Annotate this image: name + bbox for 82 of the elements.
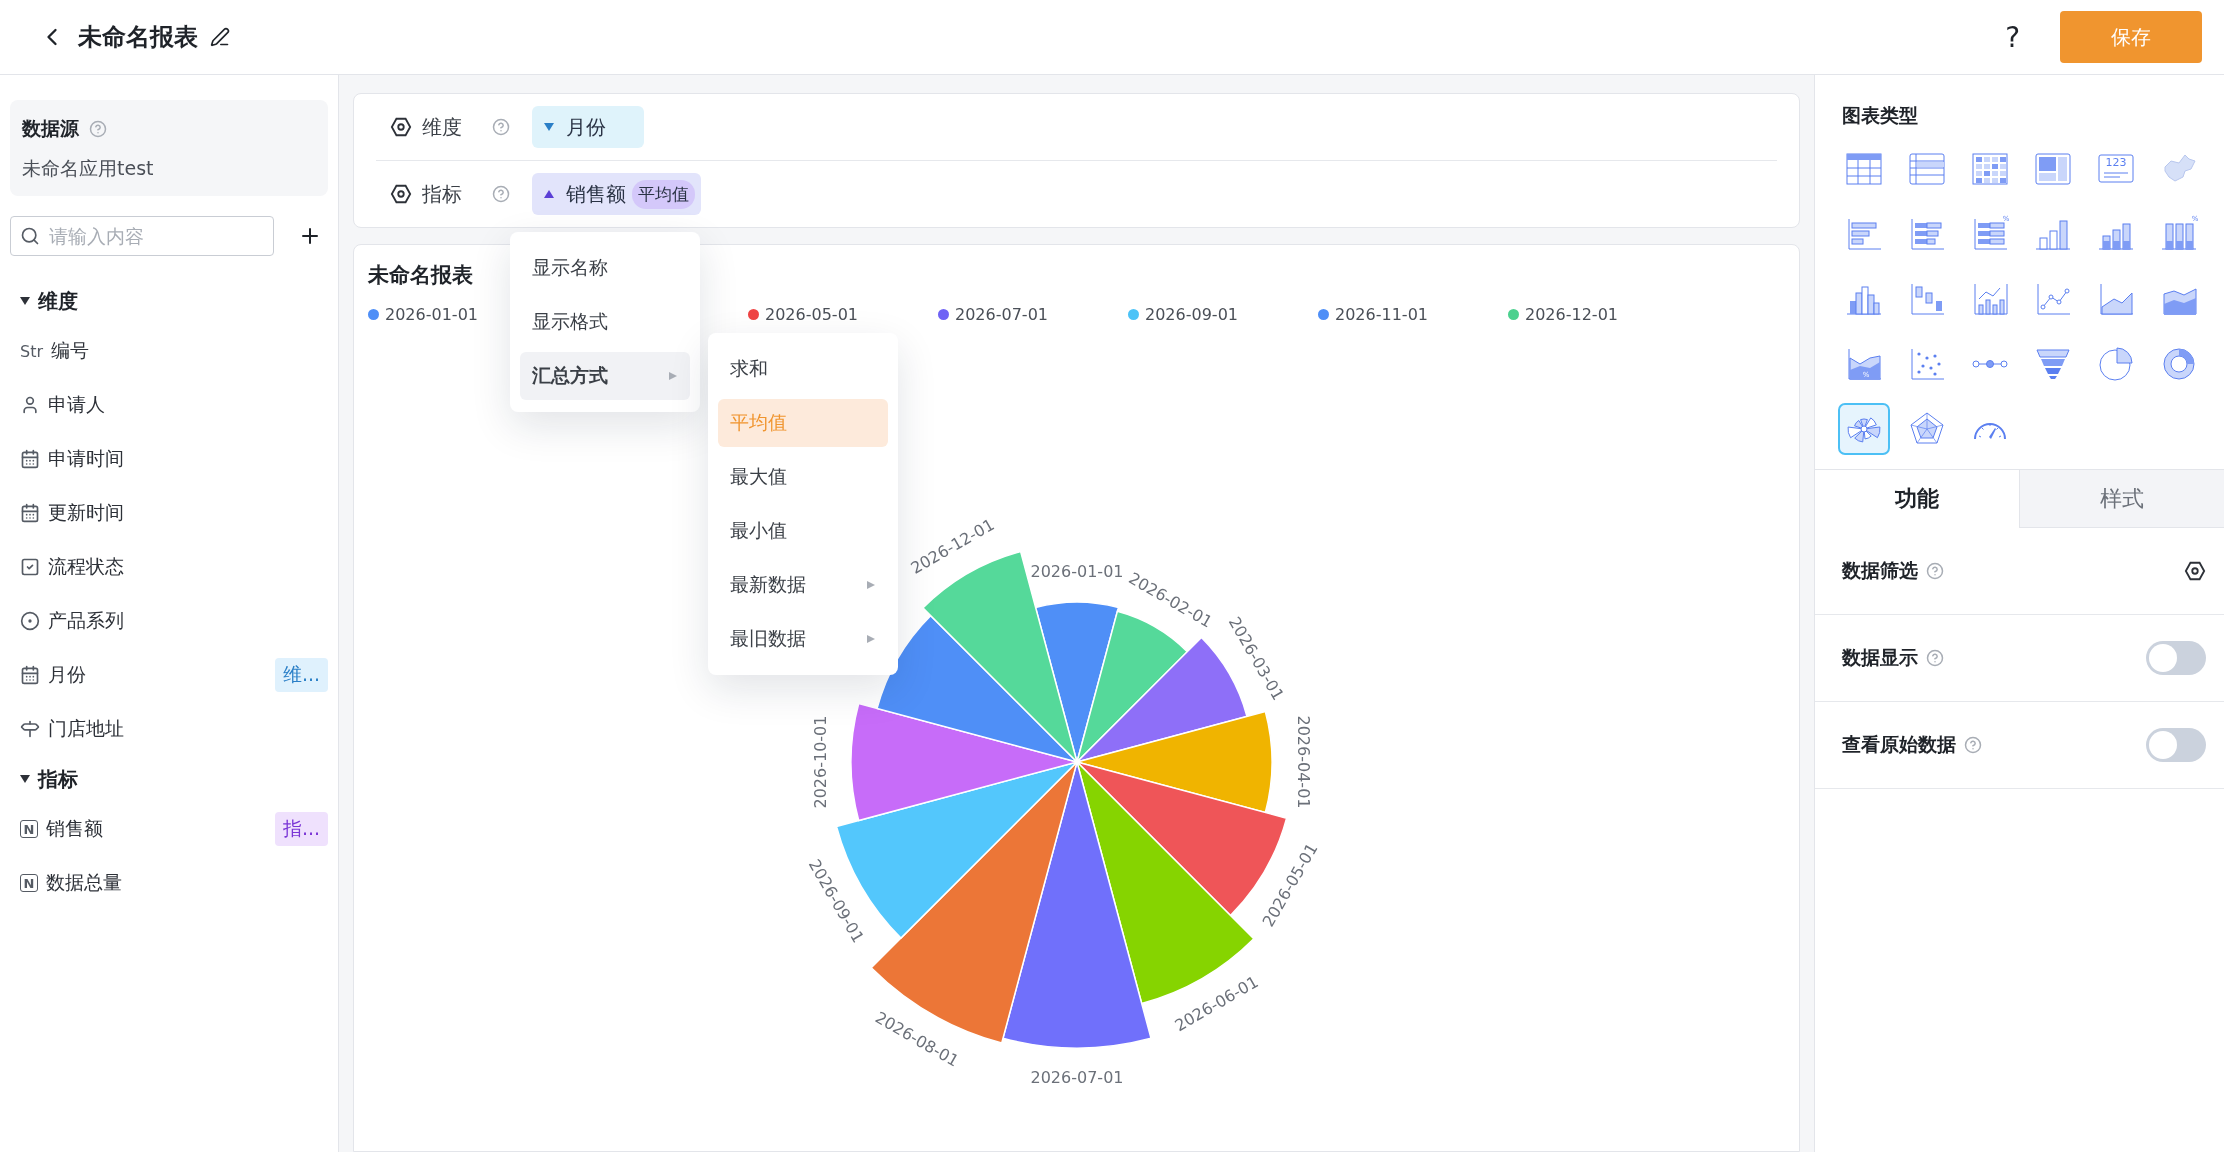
- setting-label: 数据显示: [1842, 645, 1918, 670]
- datasource-label: 数据源: [22, 116, 79, 141]
- help-icon: [492, 118, 510, 136]
- setting-label: 查看原始数据: [1842, 732, 1956, 757]
- number-type-icon: N: [20, 820, 38, 838]
- caret-right-icon: [866, 635, 876, 643]
- legend-item[interactable]: 2026-05-01: [748, 305, 938, 324]
- caret-down-icon: [20, 775, 30, 783]
- axis-label: 2026-01-01: [1030, 561, 1123, 581]
- field-name[interactable]: 产品系列: [48, 608, 328, 634]
- menu-item[interactable]: 显示名称: [520, 244, 690, 292]
- menu-item[interactable]: 最新数据: [718, 561, 888, 609]
- pencil-icon: [210, 27, 230, 47]
- chart-type-button[interactable]: [1838, 403, 1890, 455]
- panel-tab[interactable]: 样式: [2019, 470, 2224, 528]
- menu-item[interactable]: 最大值: [718, 453, 888, 501]
- field-name[interactable]: 流程状态: [48, 554, 328, 580]
- help-icon: [1926, 562, 1944, 580]
- report-title: 未命名报表: [78, 22, 198, 53]
- axis-label: 2026-04-01: [1293, 715, 1312, 809]
- axis-label: 2026-10-01: [810, 715, 829, 809]
- field-name[interactable]: 更新时间: [48, 500, 328, 526]
- target-icon: [20, 611, 40, 631]
- chart-title: 未命名报表: [368, 262, 473, 289]
- settings-icon: [390, 116, 412, 138]
- checkbox-icon: [20, 557, 40, 577]
- menu-item[interactable]: 显示格式: [520, 298, 690, 346]
- setting-label: 数据筛选: [1842, 558, 1918, 583]
- calendar-icon: [20, 449, 40, 469]
- field-name[interactable]: 数据总量: [46, 870, 328, 896]
- legend-item[interactable]: 2026-07-01: [938, 305, 1128, 324]
- legend-item[interactable]: 2026-12-01: [1508, 305, 1698, 324]
- slider-dots-icon: [1972, 359, 2008, 369]
- search-field[interactable]: 请输入内容: [10, 216, 274, 256]
- caret-down-icon: [544, 123, 554, 131]
- menu-item[interactable]: 汇总方式: [520, 352, 690, 400]
- field-chip[interactable]: 销售额 平均值: [532, 173, 701, 215]
- field-chip[interactable]: 月份: [532, 106, 644, 148]
- aggregation-tag: 平均值: [632, 179, 695, 209]
- person-icon: [20, 395, 40, 415]
- signpost-icon: [20, 719, 40, 739]
- number-type-icon: N: [20, 874, 38, 892]
- config-label: 指标: [422, 180, 462, 208]
- caret-up-icon: [544, 190, 554, 198]
- axis-label: 2026-07-01: [1030, 1067, 1123, 1087]
- field-name[interactable]: 月份: [48, 662, 267, 688]
- calendar-icon: [20, 665, 40, 685]
- field-name[interactable]: 门店地址: [48, 716, 328, 742]
- text-type-label: Str: [20, 341, 43, 361]
- help-icon: [492, 185, 510, 203]
- menu-item[interactable]: 最小值: [718, 507, 888, 555]
- caret-right-icon: [866, 581, 876, 589]
- calendar-icon: [20, 503, 40, 523]
- field-name[interactable]: 编号: [51, 338, 328, 364]
- help-icon: [1964, 736, 1982, 754]
- field-usage-tag: 维...: [274, 658, 328, 692]
- chart-type-button[interactable]: 123: [2090, 143, 2142, 195]
- field-usage-tag: 指...: [274, 812, 328, 846]
- help-button[interactable]: ?: [1999, 19, 2026, 55]
- panel-title: 图表类型: [1841, 103, 1919, 128]
- settings-button[interactable]: [2184, 560, 2206, 582]
- pie-chart-icon: [2096, 344, 2136, 384]
- menu-item[interactable]: 求和: [718, 345, 888, 393]
- settings-icon: [390, 183, 412, 205]
- field-group-header[interactable]: 指标: [10, 756, 88, 802]
- search-icon: [20, 226, 40, 246]
- help-icon: [1926, 649, 1944, 667]
- field-name[interactable]: 申请时间: [48, 446, 328, 472]
- field-group-header[interactable]: 维度: [10, 278, 88, 324]
- legend-item[interactable]: 2026-09-01: [1128, 305, 1318, 324]
- field-name[interactable]: 销售额: [46, 816, 267, 842]
- toggle-switch[interactable]: [2146, 728, 2206, 762]
- field-name[interactable]: 申请人: [48, 392, 328, 418]
- menu-item[interactable]: 最旧数据: [718, 615, 888, 663]
- config-label: 维度: [422, 113, 462, 141]
- legend-item[interactable]: 2026-11-01: [1318, 305, 1508, 324]
- toggle-switch[interactable]: [2146, 641, 2206, 675]
- edit-title-button[interactable]: [210, 27, 230, 47]
- datasource-name: 未命名应用test: [22, 156, 155, 181]
- help-icon: [89, 120, 107, 138]
- caret-right-icon: [668, 372, 678, 380]
- caret-down-icon: [20, 297, 30, 305]
